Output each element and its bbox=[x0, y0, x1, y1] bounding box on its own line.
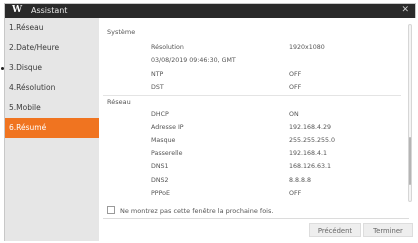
assistant-window: W Assistant ✕ 1.Réseau 2.Date/Heure 3.Di… bbox=[4, 3, 417, 241]
summary-row: PPPoE OFF bbox=[99, 190, 399, 201]
row-key: DNS2 bbox=[151, 177, 169, 184]
sidebar-item-mobile[interactable]: 5.Mobile bbox=[5, 98, 99, 118]
summary-row: Passerelle 192.168.4.1 bbox=[99, 150, 399, 161]
footer-divider bbox=[103, 218, 409, 219]
summary-row: DNS2 8.8.8.8 bbox=[99, 177, 399, 188]
row-value: 1920x1080 bbox=[289, 44, 325, 51]
dont-show-again-row[interactable]: Ne montrez pas cette fenêtre la prochain… bbox=[107, 206, 273, 215]
summary-row: NTP OFF bbox=[99, 71, 399, 82]
wizard-sidebar: 1.Réseau 2.Date/Heure 3.Disque 4.Résolut… bbox=[5, 18, 99, 241]
row-value: 192.168.4.1 bbox=[289, 150, 328, 157]
row-key: Adresse IP bbox=[151, 124, 184, 131]
sidebar-item-resolution[interactable]: 4.Résolution bbox=[5, 78, 99, 98]
summary-row: Masque 255.255.255.0 bbox=[99, 137, 399, 148]
summary-row: 03/08/2019 09:46:30, GMT bbox=[99, 57, 399, 68]
title-bar: W Assistant ✕ bbox=[5, 4, 415, 18]
previous-button[interactable]: Précédent bbox=[309, 223, 361, 237]
dont-show-again-label: Ne montrez pas cette fenêtre la prochain… bbox=[120, 207, 274, 215]
section-heading-network: Réseau bbox=[107, 98, 131, 106]
summary-row: DST OFF bbox=[99, 84, 399, 95]
row-key: DNS1 bbox=[151, 163, 169, 170]
summary-row: Résolution 1920x1080 bbox=[99, 44, 399, 55]
section-divider bbox=[103, 95, 401, 96]
row-key: Passerelle bbox=[151, 150, 183, 157]
row-value: OFF bbox=[289, 190, 302, 197]
row-value: 168.126.63.1 bbox=[289, 163, 332, 170]
row-key: NTP bbox=[151, 71, 164, 78]
dont-show-again-checkbox[interactable] bbox=[107, 206, 115, 214]
row-value: 255.255.255.0 bbox=[289, 137, 336, 144]
summary-row: DNS1 168.126.63.1 bbox=[99, 163, 399, 174]
scrollbar-thumb[interactable] bbox=[409, 137, 411, 185]
row-value: OFF bbox=[289, 71, 302, 78]
window-title: Assistant bbox=[31, 6, 68, 15]
vertical-scrollbar[interactable] bbox=[408, 24, 412, 202]
summary-row: DHCP ON bbox=[99, 111, 399, 122]
row-key: DHCP bbox=[151, 111, 169, 118]
row-value: OFF bbox=[289, 84, 302, 91]
row-key: Masque bbox=[151, 137, 176, 144]
sidebar-item-disque[interactable]: 3.Disque bbox=[5, 58, 99, 78]
sidebar-item-reseau[interactable]: 1.Réseau bbox=[5, 18, 99, 38]
sidebar-item-resume[interactable]: 6.Résumé bbox=[5, 118, 99, 138]
app-logo: W bbox=[12, 5, 23, 15]
finish-button[interactable]: Terminer bbox=[363, 223, 413, 237]
row-key: PPPoE bbox=[151, 190, 170, 197]
summary-scroll-area: Système Résolution 1920x1080 03/08/2019 … bbox=[99, 18, 403, 202]
row-key: 03/08/2019 09:46:30, GMT bbox=[151, 57, 236, 64]
row-value: ON bbox=[289, 111, 299, 118]
sidebar-item-date-heure[interactable]: 2.Date/Heure bbox=[5, 38, 99, 58]
row-key: Résolution bbox=[151, 44, 184, 51]
summary-panel: Système Résolution 1920x1080 03/08/2019 … bbox=[99, 18, 417, 241]
row-key: DST bbox=[151, 84, 164, 91]
row-value: 8.8.8.8 bbox=[289, 177, 312, 184]
section-heading-system: Système bbox=[107, 28, 136, 36]
row-value: 192.168.4.29 bbox=[289, 124, 332, 131]
close-icon[interactable]: ✕ bbox=[401, 5, 409, 15]
summary-row: Adresse IP 192.168.4.29 bbox=[99, 124, 399, 135]
